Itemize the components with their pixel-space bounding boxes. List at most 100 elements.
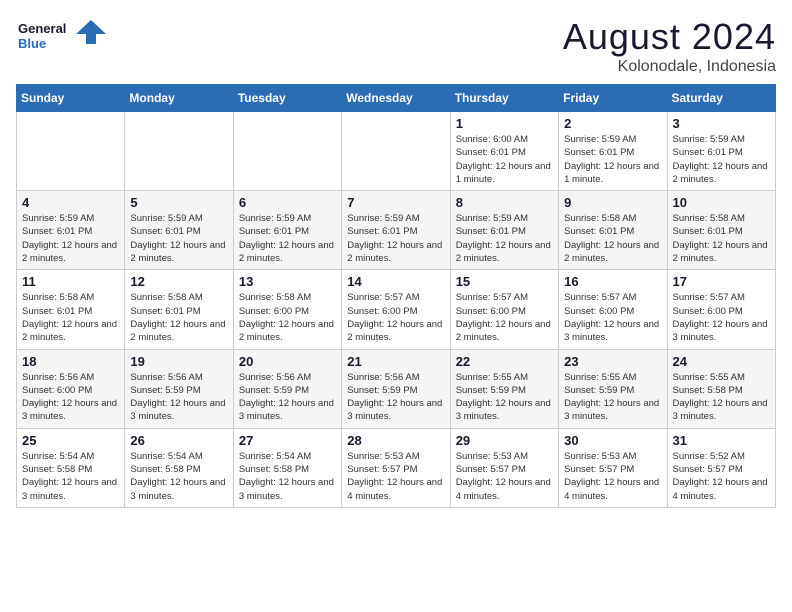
day-info: Sunrise: 5:56 AM Sunset: 5:59 PM Dayligh… xyxy=(347,371,444,424)
calendar-cell: 22Sunrise: 5:55 AM Sunset: 5:59 PM Dayli… xyxy=(450,349,558,428)
day-number: 24 xyxy=(673,354,770,369)
day-number: 3 xyxy=(673,116,770,131)
calendar-cell: 25 Sunrise: 5:54 AM Sunset: 5:58 PM Dayli… xyxy=(17,428,125,507)
calendar-cell: 16 Sunrise: 5:57 AM Sunset: 6:00 PM Dayli… xyxy=(559,270,667,349)
day-info: Sunrise: 5:55 AM Sunset: 5:59 PM Dayligh… xyxy=(564,371,661,424)
day-info: Sunrise: 5:58 AM Sunset: 6:00 PM Dayligh… xyxy=(239,291,336,344)
day-number: 19 xyxy=(130,354,227,369)
calendar-cell: 28 Sunrise: 5:53 AM Sunset: 5:57 PM Dayli… xyxy=(342,428,450,507)
calendar-cell: 13 Sunrise: 5:58 AM Sunset: 6:00 PM Dayli… xyxy=(233,270,341,349)
calendar-cell: 5 Sunrise: 5:59 AM Sunset: 6:01 PM Daylig… xyxy=(125,191,233,270)
day-number: 27 xyxy=(239,433,336,448)
day-info: Sunrise: 5:54 AM Sunset: 5:58 PM Dayligh… xyxy=(130,450,227,503)
svg-text:General: General xyxy=(18,21,66,36)
day-number: 29 xyxy=(456,433,553,448)
calendar-cell: 20Sunrise: 5:56 AM Sunset: 5:59 PM Dayli… xyxy=(233,349,341,428)
weekday-header-monday: Monday xyxy=(125,85,233,112)
calendar-cell: 24 Sunrise: 5:55 AM Sunset: 5:58 PM Dayli… xyxy=(667,349,775,428)
day-info: Sunrise: 5:59 AM Sunset: 6:01 PM Dayligh… xyxy=(456,212,553,265)
day-info: Sunrise: 5:57 AM Sunset: 6:00 PM Dayligh… xyxy=(673,291,770,344)
calendar-cell: 23 Sunrise: 5:55 AM Sunset: 5:59 PM Dayli… xyxy=(559,349,667,428)
title-block: August 2024 Kolonodale, Indonesia xyxy=(563,16,776,76)
calendar-cell: 6Sunrise: 5:59 AM Sunset: 6:01 PM Daylig… xyxy=(233,191,341,270)
day-number: 11 xyxy=(22,274,119,289)
day-number: 16 xyxy=(564,274,661,289)
day-info: Sunrise: 6:00 AM Sunset: 6:01 PM Dayligh… xyxy=(456,133,553,186)
day-info: Sunrise: 5:56 AM Sunset: 5:59 PM Dayligh… xyxy=(130,371,227,424)
calendar-cell: 4 Sunrise: 5:59 AM Sunset: 6:01 PM Daylig… xyxy=(17,191,125,270)
week-row-3: 11 Sunrise: 5:58 AM Sunset: 6:01 PM Dayli… xyxy=(17,270,776,349)
day-info: Sunrise: 5:53 AM Sunset: 5:57 PM Dayligh… xyxy=(347,450,444,503)
calendar-cell xyxy=(233,112,341,191)
calendar-cell: 2 Sunrise: 5:59 AM Sunset: 6:01 PM Daylig… xyxy=(559,112,667,191)
day-info: Sunrise: 5:57 AM Sunset: 6:00 PM Dayligh… xyxy=(456,291,553,344)
svg-text:Blue: Blue xyxy=(18,36,46,51)
calendar-cell: 14 Sunrise: 5:57 AM Sunset: 6:00 PM Dayli… xyxy=(342,270,450,349)
weekday-header-tuesday: Tuesday xyxy=(233,85,341,112)
day-info: Sunrise: 5:59 AM Sunset: 6:01 PM Dayligh… xyxy=(564,133,661,186)
calendar-cell: 26 Sunrise: 5:54 AM Sunset: 5:58 PM Dayli… xyxy=(125,428,233,507)
day-info: Sunrise: 5:57 AM Sunset: 6:00 PM Dayligh… xyxy=(347,291,444,344)
location: Kolonodale, Indonesia xyxy=(563,58,776,76)
day-number: 26 xyxy=(130,433,227,448)
day-info: Sunrise: 5:55 AM Sunset: 5:58 PM Dayligh… xyxy=(673,371,770,424)
day-number: 12 xyxy=(130,274,227,289)
calendar-cell: 15 Sunrise: 5:57 AM Sunset: 6:00 PM Dayli… xyxy=(450,270,558,349)
day-number: 10 xyxy=(673,195,770,210)
page-header: General Blue August 2024 Kolonodale, Ind… xyxy=(16,16,776,76)
day-number: 18 xyxy=(22,354,119,369)
day-info: Sunrise: 5:59 AM Sunset: 6:01 PM Dayligh… xyxy=(22,212,119,265)
day-number: 28 xyxy=(347,433,444,448)
day-number: 7 xyxy=(347,195,444,210)
month-title: August 2024 xyxy=(563,16,776,58)
calendar-cell: 10Sunrise: 5:58 AM Sunset: 6:01 PM Dayli… xyxy=(667,191,775,270)
day-number: 14 xyxy=(347,274,444,289)
calendar-cell: 9 Sunrise: 5:58 AM Sunset: 6:01 PM Daylig… xyxy=(559,191,667,270)
calendar-cell xyxy=(342,112,450,191)
weekday-header-wednesday: Wednesday xyxy=(342,85,450,112)
day-number: 25 xyxy=(22,433,119,448)
calendar-cell: 27 Sunrise: 5:54 AM Sunset: 5:58 PM Dayli… xyxy=(233,428,341,507)
day-info: Sunrise: 5:59 AM Sunset: 6:01 PM Dayligh… xyxy=(239,212,336,265)
day-number: 15 xyxy=(456,274,553,289)
day-info: Sunrise: 5:59 AM Sunset: 6:01 PM Dayligh… xyxy=(673,133,770,186)
calendar-cell: 18 Sunrise: 5:56 AM Sunset: 6:00 PM Dayli… xyxy=(17,349,125,428)
calendar-cell: 11Sunrise: 5:58 AM Sunset: 6:01 PM Dayli… xyxy=(17,270,125,349)
calendar: SundayMondayTuesdayWednesdayThursdayFrid… xyxy=(16,84,776,508)
day-number: 23 xyxy=(564,354,661,369)
day-number: 2 xyxy=(564,116,661,131)
calendar-cell: 31Sunrise: 5:52 AM Sunset: 5:57 PM Dayli… xyxy=(667,428,775,507)
week-row-5: 25 Sunrise: 5:54 AM Sunset: 5:58 PM Dayli… xyxy=(17,428,776,507)
day-info: Sunrise: 5:58 AM Sunset: 6:01 PM Dayligh… xyxy=(564,212,661,265)
calendar-cell: 29 Sunrise: 5:53 AM Sunset: 5:57 PM Dayli… xyxy=(450,428,558,507)
day-info: Sunrise: 5:55 AM Sunset: 5:59 PM Dayligh… xyxy=(456,371,553,424)
day-number: 9 xyxy=(564,195,661,210)
calendar-cell xyxy=(17,112,125,191)
day-info: Sunrise: 5:58 AM Sunset: 6:01 PM Dayligh… xyxy=(130,291,227,344)
week-row-4: 18 Sunrise: 5:56 AM Sunset: 6:00 PM Dayli… xyxy=(17,349,776,428)
calendar-cell: 3 Sunrise: 5:59 AM Sunset: 6:01 PM Daylig… xyxy=(667,112,775,191)
day-number: 21 xyxy=(347,354,444,369)
day-info: Sunrise: 5:54 AM Sunset: 5:58 PM Dayligh… xyxy=(239,450,336,503)
day-number: 5 xyxy=(130,195,227,210)
calendar-cell: 1Sunrise: 6:00 AM Sunset: 6:01 PM Daylig… xyxy=(450,112,558,191)
day-number: 30 xyxy=(564,433,661,448)
logo: General Blue xyxy=(16,16,106,56)
day-number: 4 xyxy=(22,195,119,210)
day-info: Sunrise: 5:57 AM Sunset: 6:00 PM Dayligh… xyxy=(564,291,661,344)
calendar-cell: 17Sunrise: 5:57 AM Sunset: 6:00 PM Dayli… xyxy=(667,270,775,349)
day-info: Sunrise: 5:56 AM Sunset: 6:00 PM Dayligh… xyxy=(22,371,119,424)
day-info: Sunrise: 5:53 AM Sunset: 5:57 PM Dayligh… xyxy=(456,450,553,503)
weekday-header-sunday: Sunday xyxy=(17,85,125,112)
week-row-2: 4 Sunrise: 5:59 AM Sunset: 6:01 PM Daylig… xyxy=(17,191,776,270)
day-number: 13 xyxy=(239,274,336,289)
day-info: Sunrise: 5:54 AM Sunset: 5:58 PM Dayligh… xyxy=(22,450,119,503)
day-number: 8 xyxy=(456,195,553,210)
weekday-header-saturday: Saturday xyxy=(667,85,775,112)
calendar-cell: 19 Sunrise: 5:56 AM Sunset: 5:59 PM Dayli… xyxy=(125,349,233,428)
calendar-cell: 30Sunrise: 5:53 AM Sunset: 5:57 PM Dayli… xyxy=(559,428,667,507)
day-info: Sunrise: 5:59 AM Sunset: 6:01 PM Dayligh… xyxy=(130,212,227,265)
calendar-cell: 7Sunrise: 5:59 AM Sunset: 6:01 PM Daylig… xyxy=(342,191,450,270)
day-number: 31 xyxy=(673,433,770,448)
calendar-cell: 21 Sunrise: 5:56 AM Sunset: 5:59 PM Dayli… xyxy=(342,349,450,428)
